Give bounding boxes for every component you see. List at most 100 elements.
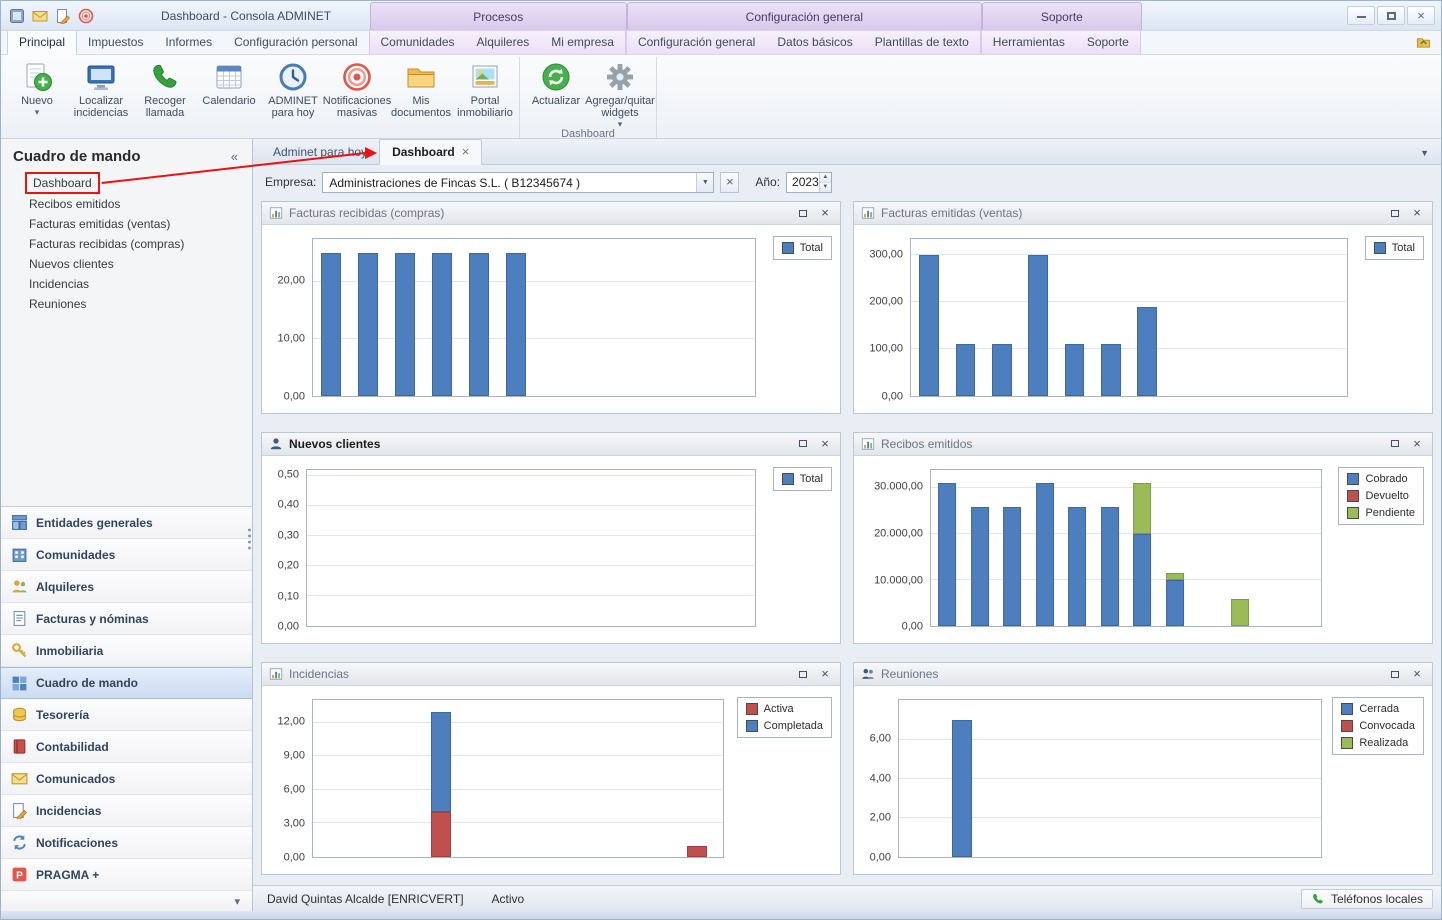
nav-item-contabilidad[interactable]: Contabilidad — [1, 731, 252, 763]
nav-item-cuadro-de-mando[interactable]: Cuadro de mando — [1, 667, 252, 699]
empresa-combobox[interactable]: Administraciones de Fincas S.L. ( B12345… — [322, 172, 714, 193]
restore-button[interactable] — [1377, 6, 1405, 25]
pragma-icon: P — [11, 866, 28, 883]
bar-segment-total — [992, 344, 1012, 395]
nav-item-entidades-generales[interactable]: Entidades generales — [1, 507, 252, 539]
nav-item-alquileres[interactable]: Alquileres — [1, 571, 252, 603]
minimize-button[interactable] — [1347, 6, 1375, 25]
ribbon-tab-informes[interactable]: Informes — [154, 30, 223, 54]
nav-item-comunicados[interactable]: Comunicados — [1, 763, 252, 795]
nav-item-pragma[interactable]: PPRAGMA + — [1, 859, 252, 891]
maximize-widget-button[interactable] — [795, 206, 811, 221]
ribbon-tab-comunidades[interactable]: Comunidades — [370, 30, 466, 54]
collapse-sidebar-button[interactable]: « — [227, 149, 242, 164]
mail-icon[interactable] — [32, 8, 48, 24]
ribbon-button-localizar-incidencias[interactable]: Localizar incidencias — [69, 57, 133, 119]
ribbon-button-adminet-para-hoy[interactable]: ADMINET para hoy — [261, 57, 325, 119]
legend-swatch — [782, 242, 794, 254]
ribbon-button-nuevo[interactable]: Nuevo▾ — [5, 57, 69, 116]
chart-legend: Total — [773, 236, 832, 260]
document-tab-dashboard[interactable]: Dashboard× — [379, 139, 482, 165]
ribbon-tab-configuracion-personal[interactable]: Configuración personal — [223, 30, 368, 54]
sidebar-splitter[interactable] — [247, 527, 252, 551]
nav-item-incidencias[interactable]: Incidencias — [1, 795, 252, 827]
nav-item-comunidades[interactable]: Comunidades — [1, 539, 252, 571]
ribbon-button-mis-documentos[interactable]: Mis documentos — [389, 57, 453, 119]
sidebar-item-reuniones[interactable]: Reuniones — [1, 294, 252, 314]
rentals-icon — [11, 578, 28, 595]
legend-swatch — [1374, 242, 1386, 254]
sidebar-item-facturas-emitidas-ventas[interactable]: Facturas emitidas (ventas) — [1, 214, 252, 234]
widget-nuevos-clientes: Nuevos clientes×0,000,100,200,300,400,50… — [261, 432, 841, 645]
close-button[interactable]: × — [1407, 6, 1435, 25]
ribbon-tab-configuracion-general[interactable]: Configuración general — [627, 30, 766, 54]
maximize-widget-button[interactable] — [795, 436, 811, 451]
close-widget-button[interactable]: × — [1409, 436, 1425, 451]
real-estate-portal-icon — [469, 61, 501, 93]
anio-down-button[interactable]: ▼ — [820, 183, 831, 192]
bar-segment-cobrado — [1133, 534, 1151, 626]
ribbon-button-portal-inmobiliario[interactable]: Portal inmobiliario — [453, 57, 517, 119]
window-frame-bottom — [1, 911, 1441, 919]
sidebar-item-facturas-recibidas-compras[interactable]: Facturas recibidas (compras) — [1, 234, 252, 254]
ribbon-tab-soporte[interactable]: Soporte — [1076, 30, 1140, 54]
close-widget-button[interactable]: × — [1409, 206, 1425, 221]
empresa-clear-button[interactable]: × — [720, 172, 739, 193]
maximize-widget-button[interactable] — [1387, 206, 1403, 221]
ribbon-tab-impuestos[interactable]: Impuestos — [77, 30, 154, 54]
statusbar: David Quintas Alcalde [ENRICVERT] Activo… — [253, 885, 1441, 911]
nav-item-inmobiliaria[interactable]: Inmobiliaria — [1, 635, 252, 667]
anio-spinner[interactable]: 2023 ▲▼ — [786, 172, 832, 193]
close-widget-button[interactable]: × — [817, 206, 833, 221]
sidebar-item-recibos-emitidos[interactable]: Recibos emitidos — [1, 194, 252, 214]
ribbon-button-agregar-quitar-widgets[interactable]: Agregar/quitar widgets▾ — [588, 57, 652, 128]
ribbon-button-calendario[interactable]: Calendario — [197, 57, 261, 107]
help-folder-icon[interactable] — [1416, 35, 1431, 50]
local-phones-button[interactable]: Teléfonos locales — [1301, 889, 1433, 909]
anio-up-button[interactable]: ▲ — [820, 173, 831, 183]
bar-segment-cobrado — [1003, 507, 1021, 627]
collapse-nav-button[interactable]: ▾ — [234, 895, 240, 908]
minimize-icon — [1357, 14, 1366, 18]
close-widget-button[interactable]: × — [817, 667, 833, 682]
content-area: Cuadro de mando « Dashboard Recibos emiti… — [1, 139, 1441, 911]
ribbon-tab-herramientas[interactable]: Herramientas — [982, 30, 1076, 54]
dropdown-caret-icon: ▾ — [35, 109, 40, 116]
maximize-widget-button[interactable] — [1387, 667, 1403, 682]
collapse-ribbon-icon[interactable] — [1393, 35, 1408, 50]
nav-item-tesoreria[interactable]: Tesorería — [1, 699, 252, 731]
empresa-dropdown-icon[interactable]: ▼ — [696, 173, 713, 192]
sidebar-item-incidencias[interactable]: Incidencias — [1, 274, 252, 294]
maximize-icon — [799, 671, 807, 678]
phone-icon — [1311, 892, 1325, 906]
bar-segment-pendiente — [1231, 599, 1249, 627]
chart-plot-area — [312, 699, 724, 858]
notes-icon[interactable] — [55, 8, 71, 24]
ribbon-tab-datos-basicos[interactable]: Datos básicos — [766, 30, 863, 54]
maximize-widget-button[interactable] — [1387, 436, 1403, 451]
ribbon-tab-principal[interactable]: Principal — [7, 29, 77, 55]
chart-legend: CobradoDevueltoPendiente — [1338, 467, 1424, 525]
tab-list-dropdown-icon[interactable]: ▼ — [1416, 148, 1433, 164]
app-icon[interactable] — [9, 8, 25, 24]
close-widget-button[interactable]: × — [817, 436, 833, 451]
people-icon — [861, 667, 875, 681]
widget-title: Incidencias — [289, 667, 789, 681]
broadcast-icon[interactable] — [78, 8, 94, 24]
maximize-widget-button[interactable] — [795, 667, 811, 682]
sidebar-item-nuevos-clientes[interactable]: Nuevos clientes — [1, 254, 252, 274]
ribbon-tab-plantillas-de-texto[interactable]: Plantillas de texto — [864, 30, 980, 54]
sidebar-item-dashboard[interactable]: Dashboard — [27, 174, 98, 192]
ribbon-button-actualizar[interactable]: Actualizar — [524, 57, 588, 107]
ribbon-tab-mi-empresa[interactable]: Mi empresa — [540, 30, 625, 54]
ribbon-button-recoger-llamada[interactable]: Recoger llamada — [133, 57, 197, 119]
document-tab-adminet-para-hoy[interactable]: Adminet para hoy — [261, 140, 379, 164]
close-widget-button[interactable]: × — [1409, 667, 1425, 682]
ribbon-button-notificaciones-masivas[interactable]: Notificaciones masivas — [325, 57, 389, 119]
close-tab-icon[interactable]: × — [462, 147, 470, 157]
empresa-label: Empresa: — [265, 175, 316, 189]
widget-title: Facturas recibidas (compras) — [289, 206, 789, 220]
nav-item-notificaciones[interactable]: Notificaciones — [1, 827, 252, 859]
ribbon-tab-alquileres[interactable]: Alquileres — [466, 30, 541, 54]
nav-item-facturas-y-nominas[interactable]: Facturas y nóminas — [1, 603, 252, 635]
